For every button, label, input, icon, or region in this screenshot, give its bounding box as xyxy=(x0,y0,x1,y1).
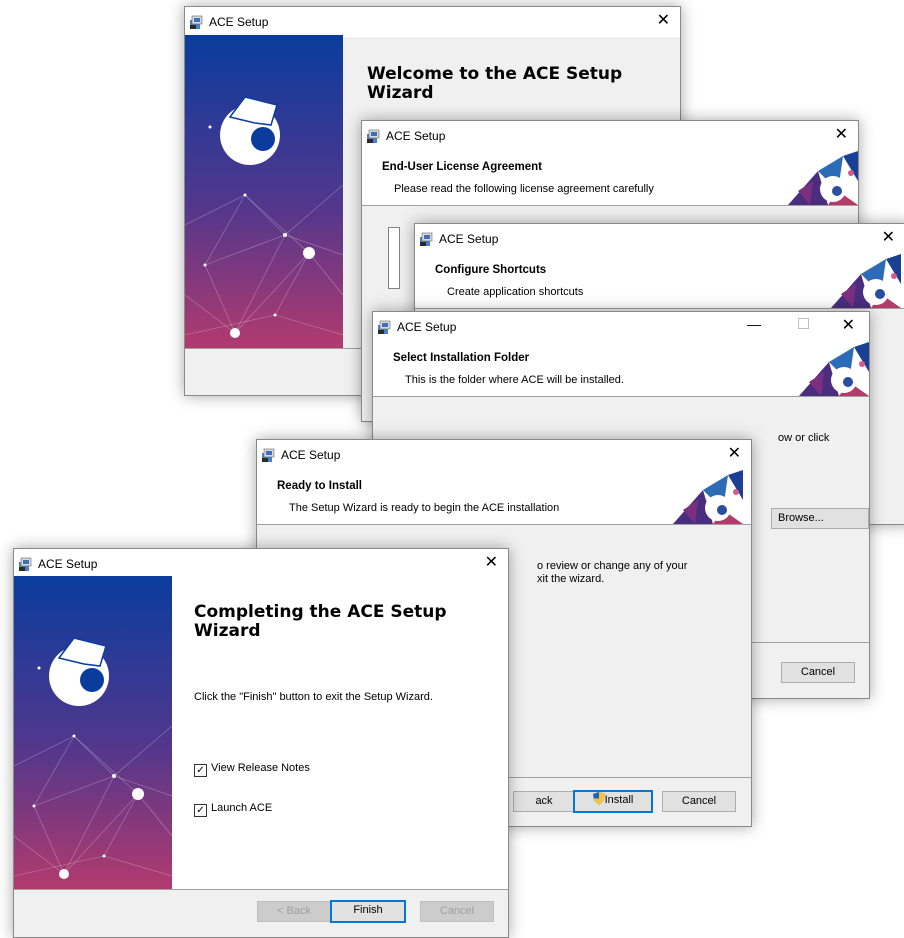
title-bar: ACE Setup ✕ xyxy=(257,440,751,470)
checkbox-box[interactable]: ✓ xyxy=(194,804,207,817)
header-title: Select Installation Folder xyxy=(393,352,530,364)
window-title: ACE Setup xyxy=(397,320,457,334)
welcome-heading: Welcome to the ACE Setup Wizard xyxy=(367,64,623,103)
checkbox-box[interactable]: ✓ xyxy=(194,764,207,777)
uac-shield-icon xyxy=(592,792,605,805)
setup-app-icon xyxy=(190,15,203,29)
title-bar: ACE Setup — ✕ xyxy=(373,312,869,342)
close-button[interactable]: ✕ xyxy=(728,446,741,462)
header-logo-art xyxy=(673,470,743,524)
footer-divider xyxy=(14,889,508,890)
ready-body-line-2: xit the wizard. xyxy=(537,573,605,585)
finish-button[interactable]: Finish xyxy=(330,900,406,923)
window-title: ACE Setup xyxy=(386,129,446,143)
wizard-header: Configure Shortcuts Create application s… xyxy=(415,254,904,309)
wizard-header: Select Installation Folder This is the f… xyxy=(373,342,869,397)
setup-app-icon xyxy=(262,448,275,462)
header-title: Ready to Install xyxy=(277,480,362,492)
instruction-text-partial: ow or click xyxy=(778,432,830,444)
complete-body-text: Click the "Finish" button to exit the Se… xyxy=(194,691,433,703)
back-button[interactable]: ack xyxy=(513,791,575,812)
checkbox-label: Launch ACE xyxy=(211,802,273,814)
launch-ace-checkbox[interactable]: ✓ Launch ACE xyxy=(194,802,272,817)
setup-app-icon xyxy=(420,232,433,246)
close-button[interactable]: ✕ xyxy=(657,13,670,29)
header-title: End-User License Agreement xyxy=(382,161,542,173)
license-text-box[interactable] xyxy=(388,227,400,289)
header-title: Configure Shortcuts xyxy=(435,264,547,276)
title-bar: ACE Setup ✕ xyxy=(415,224,904,254)
complete-window: ACE Setup ✕ Completing the ACE Setup Wiz… xyxy=(13,548,509,938)
close-button[interactable]: ✕ xyxy=(485,555,498,571)
header-subtitle: Create application shortcuts xyxy=(447,286,584,298)
maximize-button[interactable] xyxy=(798,318,809,329)
wizard-side-panel xyxy=(185,35,343,349)
setup-app-icon xyxy=(19,557,32,571)
close-button[interactable]: ✕ xyxy=(882,230,895,246)
title-bar: ACE Setup ✕ xyxy=(14,549,508,579)
header-logo-art xyxy=(799,342,869,396)
back-button[interactable]: < Back xyxy=(257,901,331,922)
minimize-button[interactable]: — xyxy=(747,316,761,332)
setup-app-icon xyxy=(367,129,380,143)
header-subtitle: Please read the following license agreem… xyxy=(394,183,654,195)
header-logo-art xyxy=(788,151,858,205)
setup-app-icon xyxy=(378,320,391,334)
checkbox-label: View Release Notes xyxy=(211,762,310,774)
browse-button[interactable]: Browse... xyxy=(771,508,869,529)
wizard-header: End-User License Agreement Please read t… xyxy=(362,151,858,206)
wizard-side-panel xyxy=(14,576,172,889)
title-bar: ACE Setup ✕ xyxy=(362,121,858,151)
close-button[interactable]: ✕ xyxy=(835,127,848,143)
ready-body-line-1: o review or change any of your xyxy=(537,560,688,572)
complete-heading: Completing the ACE Setup Wizard xyxy=(194,602,447,641)
install-label: Install xyxy=(604,794,634,806)
header-subtitle: The Setup Wizard is ready to begin the A… xyxy=(289,502,560,514)
window-title: ACE Setup xyxy=(439,232,499,246)
cancel-button[interactable]: Cancel xyxy=(662,791,736,812)
header-logo-art xyxy=(831,254,901,308)
title-bar: ACE Setup ✕ xyxy=(185,7,680,37)
cancel-button[interactable]: Cancel xyxy=(420,901,494,922)
window-title: ACE Setup xyxy=(209,15,269,29)
close-button[interactable]: ✕ xyxy=(842,318,855,334)
window-title: ACE Setup xyxy=(281,448,341,462)
window-title: ACE Setup xyxy=(38,557,98,571)
cancel-button[interactable]: Cancel xyxy=(781,662,855,683)
header-subtitle: This is the folder where ACE will be ins… xyxy=(405,374,624,386)
install-button[interactable]: Install xyxy=(573,790,653,813)
wizard-header: Ready to Install The Setup Wizard is rea… xyxy=(257,470,751,525)
view-release-notes-checkbox[interactable]: ✓ View Release Notes xyxy=(194,762,310,777)
